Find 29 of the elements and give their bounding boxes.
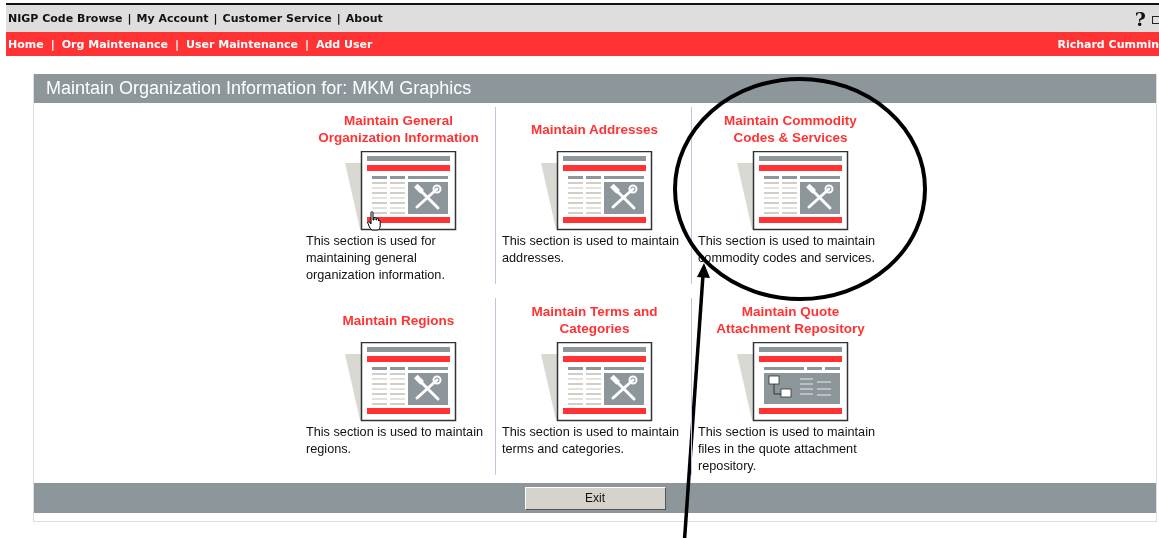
top-link[interactable]: NIGP Code Browse — [8, 12, 123, 25]
top-link[interactable]: Customer Service — [222, 12, 332, 25]
panel-title: Maintain Organization Information for: MKM Graphics — [34, 74, 1156, 103]
section-link[interactable]: Maintain Addresses — [509, 111, 680, 147]
nav-link[interactable]: Home — [8, 37, 44, 51]
nav-link[interactable]: User Maintenance — [186, 37, 298, 51]
section-description: This section is used to maintain files in the quote attachment repository. — [698, 424, 876, 475]
section-description: This section is used to maintain terms and categories. — [502, 424, 680, 458]
section-link[interactable]: Maintain Terms and Categories — [509, 302, 680, 338]
help-icon[interactable]: ? — [1134, 7, 1146, 30]
separator: | — [304, 37, 309, 51]
section-description: This section is used for maintaining general organization information. — [306, 233, 446, 284]
separator: | — [50, 37, 55, 51]
section-description: This section is used to maintain addresses. — [502, 233, 680, 267]
separator: | — [213, 12, 218, 25]
top-link[interactable]: About — [345, 12, 383, 25]
section-description: This section is used to maintain regions. — [306, 424, 484, 458]
separator: | — [336, 12, 341, 25]
nav-link[interactable]: Org Maintenance — [61, 37, 168, 51]
exit-button[interactable]: Exit — [524, 486, 666, 510]
separator: | — [174, 37, 179, 51]
separator: | — [127, 12, 132, 25]
section-link[interactable]: Maintain Commodity Codes & Services — [705, 111, 876, 147]
section-link[interactable]: Maintain General Organization Information — [313, 111, 484, 147]
user-name: Richard Cummin — [1057, 37, 1159, 51]
nav-link[interactable]: Add User — [316, 37, 373, 51]
section-link[interactable]: Maintain Quote Attachment Repository — [705, 302, 876, 338]
section-link[interactable]: Maintain Regions — [313, 302, 484, 338]
top-link[interactable]: My Account — [136, 12, 209, 25]
